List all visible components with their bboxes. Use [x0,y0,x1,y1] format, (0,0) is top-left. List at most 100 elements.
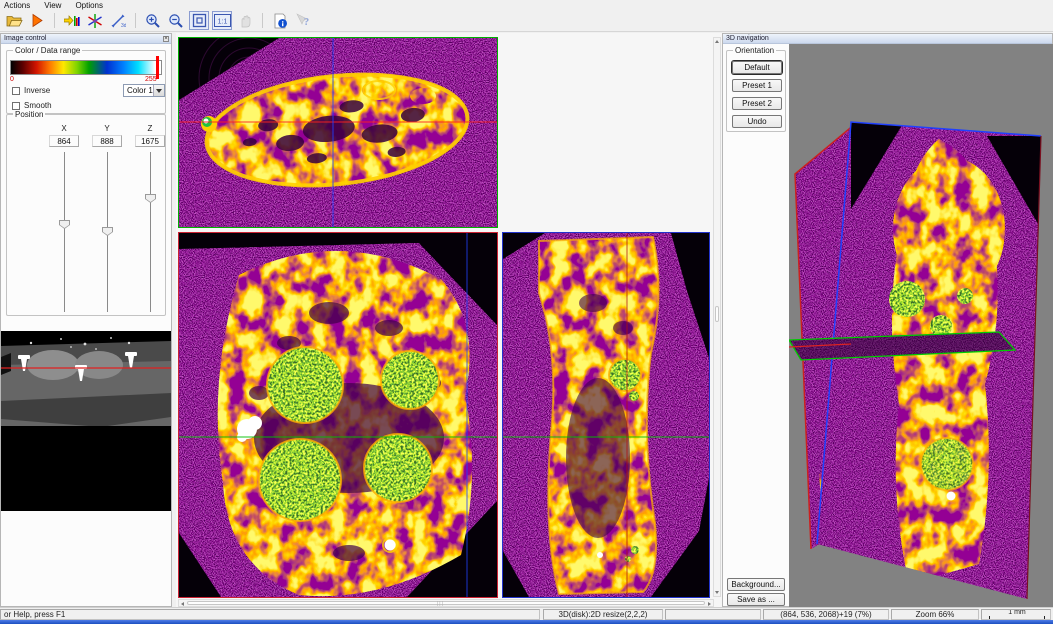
palette-selected-value: Color 1 [127,86,153,95]
horizontal-scrollbar[interactable]: ||| [178,599,714,607]
z-slider-track[interactable] [150,152,151,312]
pan-button[interactable] [235,11,255,30]
taskbar-edge [0,620,1053,624]
smooth-label: Smooth [24,101,52,110]
toolbar: 3d 1:1 ? [0,10,1053,32]
save-as-button[interactable]: Save as ... [727,593,785,606]
nav3d-panel: 3D navigation Orientation Default Preset… [722,33,1053,607]
vertical-scrollbar[interactable] [713,37,721,597]
color-gradient-bar[interactable] [10,60,162,75]
menu-actions[interactable]: Actions [4,1,30,10]
status-zoom-text: Zoom 66% [916,610,955,619]
actual-size-button[interactable]: 1:1 [212,11,232,30]
zoom-out-button[interactable] [166,11,186,30]
orientation-label: Orientation [733,46,776,55]
info-icon [273,13,288,29]
orientation-preset1-button[interactable]: Preset 1 [732,79,782,92]
scroll-up-icon[interactable] [715,40,719,43]
y-slider-handle[interactable] [102,227,113,236]
status-position: (864, 536, 2068)+19 (7%) [763,609,889,620]
toolbar-separator [135,13,136,28]
scroll-down-icon[interactable] [715,591,719,594]
pan-hand-icon [238,13,252,28]
scout-preview-image [1,331,171,511]
vertical-scroll-thumb[interactable] [715,306,719,322]
move-arrows-icon: 3d [110,13,126,29]
nav3d-header: 3D navigation [723,34,1052,44]
status-dataset: 3D(disk):2D resize(2,2,2) [543,609,663,620]
help-button[interactable]: ? [293,11,313,30]
y-axis-label: Y [87,124,127,133]
scout-preview[interactable] [1,331,171,511]
toolbar-separator [54,13,55,28]
fit-to-window-button[interactable] [189,11,209,30]
svg-text:3d: 3d [121,23,126,29]
background-button[interactable]: Background... [727,578,785,591]
zoom-in-icon [145,13,161,29]
inverse-checkbox[interactable] [12,87,20,95]
status-dataset-text: 3D(disk):2D resize(2,2,2) [559,610,648,619]
y-position-value[interactable]: 888 [92,135,122,147]
axial-slice-view[interactable] [178,37,498,228]
fit-to-window-icon [192,13,207,28]
range-min-label: 0 [10,76,14,83]
scroll-left-icon[interactable] [181,602,184,606]
help-icon: ? [296,13,311,28]
image-control-panel: Image control × Color / Data range 0 255… [0,33,172,607]
status-zoom: Zoom 66% [891,609,979,620]
z-slider-handle[interactable] [145,194,156,203]
image-control-title: Image control [4,35,46,42]
slice-views-area: ||| [176,33,722,607]
scale-bar: 1 mm [989,610,1045,620]
svg-text:1:1: 1:1 [217,19,227,26]
viewport-3d[interactable] [789,44,1053,607]
image-control-header: Image control × [1,34,171,44]
chevron-down-icon[interactable] [153,85,164,96]
orientation-preset2-button[interactable]: Preset 2 [732,97,782,110]
position-group: Position X Y Z 864 888 1675 [6,114,166,316]
resize-arrows-button[interactable]: 3d [108,11,128,30]
x-slider-handle[interactable] [59,220,70,229]
scroll-right-icon[interactable] [708,602,711,606]
3d-axes-button[interactable] [85,11,105,30]
smooth-checkbox[interactable] [12,102,20,110]
inverse-label: Inverse [24,86,50,95]
z-axis-label: Z [130,124,170,133]
info-button[interactable] [270,11,290,30]
run-button[interactable] [27,11,47,30]
menu-bar: Actions View Options [0,0,1053,10]
actual-size-icon: 1:1 [214,14,231,27]
menu-options[interactable]: Options [75,1,103,10]
play-icon [30,13,44,28]
dataset-colors-icon [64,13,80,28]
inverse-checkbox-row: Inverse [12,86,50,95]
app-window: Actions View Options 3d 1: [0,0,1053,624]
svg-text:?: ? [303,16,309,28]
palette-dropdown[interactable]: Color 1 [123,84,165,97]
3d-axes-icon [87,13,103,29]
smooth-checkbox-row: Smooth [12,101,52,110]
open-file-button[interactable] [4,11,24,30]
zoom-in-button[interactable] [143,11,163,30]
dataset-colors-button[interactable] [62,11,82,30]
orientation-group: Orientation Default Preset 1 Preset 2 Un… [726,50,786,132]
orientation-default-button[interactable]: Default [732,61,782,74]
status-bar: or Help, press F1 3D(disk):2D resize(2,2… [0,607,1053,620]
panel-close-icon[interactable]: × [163,36,169,42]
position-label: Position [13,110,45,119]
orientation-undo-button[interactable]: Undo [732,115,782,128]
status-help-text: or Help, press F1 [4,610,65,619]
x-position-value[interactable]: 864 [49,135,79,147]
open-folder-icon [6,13,23,28]
z-position-value[interactable]: 1675 [135,135,165,147]
menu-view[interactable]: View [44,1,61,10]
coronal-slice-view[interactable] [178,232,498,598]
viewport-3d-scene [789,44,1053,607]
x-slider-track[interactable] [64,152,65,312]
horizontal-scroll-thumb[interactable] [187,601,705,605]
zoom-out-icon [168,13,184,29]
status-scale: 1 mm [981,609,1051,620]
sagittal-slice-view[interactable] [502,232,710,598]
color-range-label: Color / Data range [13,46,82,55]
status-help: or Help, press F1 [0,609,540,620]
